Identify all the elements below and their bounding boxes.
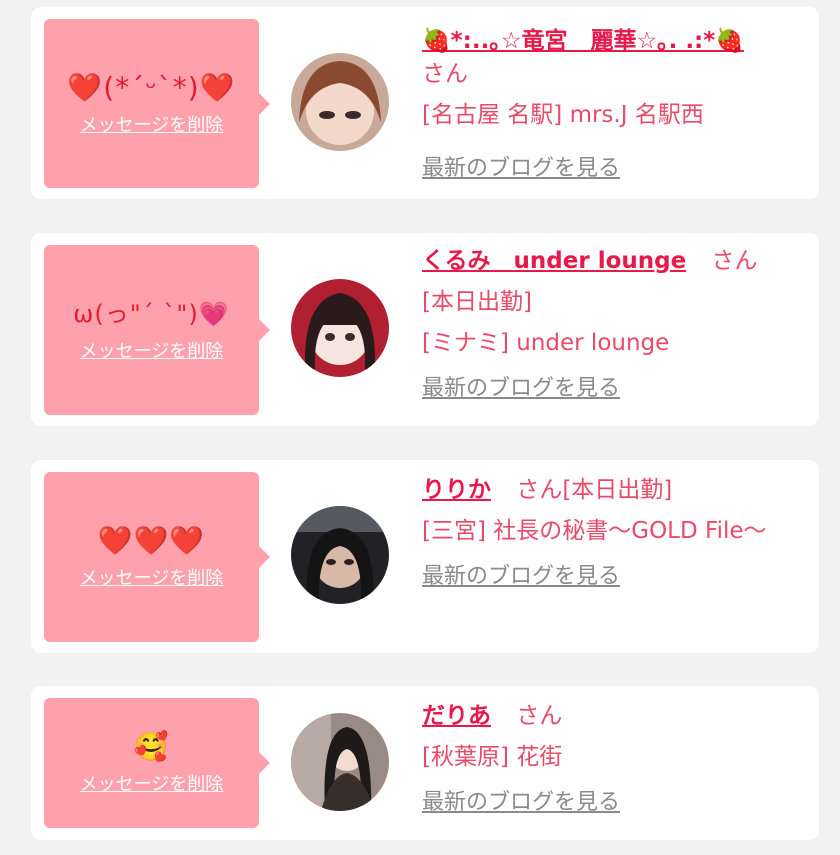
honorific: さん [711, 248, 758, 274]
cast-info: だりあ さん [秋葉原] 花街 最新のブログを見る [422, 696, 812, 823]
stamp-text: 🥰 [133, 730, 170, 763]
message-bubble: ❤️❤️❤️ メッセージを削除 [44, 472, 270, 642]
avatar[interactable] [291, 279, 389, 377]
stamp-text: ❤️(*´ᵕ`*)❤️ [67, 70, 236, 104]
latest-blog-link[interactable]: 最新のブログを見る [422, 368, 620, 409]
shop-line: [ミナミ] under lounge [422, 330, 670, 356]
cast-name-link[interactable]: くるみ under lounge [422, 248, 686, 274]
stamp-text: ❤️❤️❤️ [97, 524, 206, 557]
avatar[interactable] [291, 506, 389, 604]
message-card: ❤️❤️❤️ メッセージを削除 りりか さん[本日出勤] [三宮] 社長の秘書〜… [31, 460, 819, 653]
message-bubble: 🥰 メッセージを削除 [44, 698, 270, 828]
cast-name-link[interactable]: 🍓*:..｡☆竜宮 麗華☆｡. .:*🍓 [422, 28, 744, 54]
avatar[interactable] [291, 53, 389, 151]
message-bubble: ω(っ"ˊ ˋ")💗 メッセージを削除 [44, 245, 270, 415]
shop-line: [三宮] 社長の秘書〜GOLD File〜 [422, 518, 767, 544]
message-bubble: ❤️(*´ᵕ`*)❤️ メッセージを削除 [44, 19, 270, 188]
latest-blog-link[interactable]: 最新のブログを見る [422, 782, 620, 823]
cast-info: りりか さん[本日出勤] [三宮] 社長の秘書〜GOLD File〜 最新のブロ… [422, 470, 812, 597]
delete-message-link[interactable]: メッセージを削除 [80, 564, 224, 590]
latest-blog-link[interactable]: 最新のブログを見る [422, 556, 620, 597]
honorific: さん [516, 703, 563, 729]
message-card: ω(っ"ˊ ˋ")💗 メッセージを削除 くるみ under lounge さん … [31, 233, 819, 426]
latest-blog-link[interactable]: 最新のブログを見る [422, 148, 620, 189]
status-line: [本日出勤] [422, 289, 532, 315]
stamp-text: ω(っ"ˊ ˋ")💗 [73, 300, 230, 328]
delete-message-link[interactable]: メッセージを削除 [80, 111, 224, 137]
cast-name-link[interactable]: りりか [422, 477, 491, 503]
cast-info: 🍓*:..｡☆竜宮 麗華☆｡. .:*🍓 さん [名古屋 名駅] mrs.J 名… [422, 21, 812, 189]
avatar[interactable] [291, 713, 389, 811]
shop-line: [秋葉原] 花街 [422, 744, 563, 770]
delete-message-link[interactable]: メッセージを削除 [80, 337, 224, 363]
cast-info: くるみ under lounge さん [本日出勤] [ミナミ] under l… [422, 241, 812, 409]
message-card: 🥰 メッセージを削除 だりあ さん [秋葉原] 花街 最新のブログを見る [31, 686, 819, 840]
message-card: ❤️(*´ᵕ`*)❤️ メッセージを削除 🍓*:..｡☆竜宮 麗華☆｡. .:*… [31, 7, 819, 199]
delete-message-link[interactable]: メッセージを削除 [80, 770, 224, 796]
shop-line: [名古屋 名駅] mrs.J 名駅西 [422, 102, 704, 128]
cast-name-link[interactable]: だりあ [422, 703, 491, 729]
honorific: さん[本日出勤] [516, 477, 673, 503]
